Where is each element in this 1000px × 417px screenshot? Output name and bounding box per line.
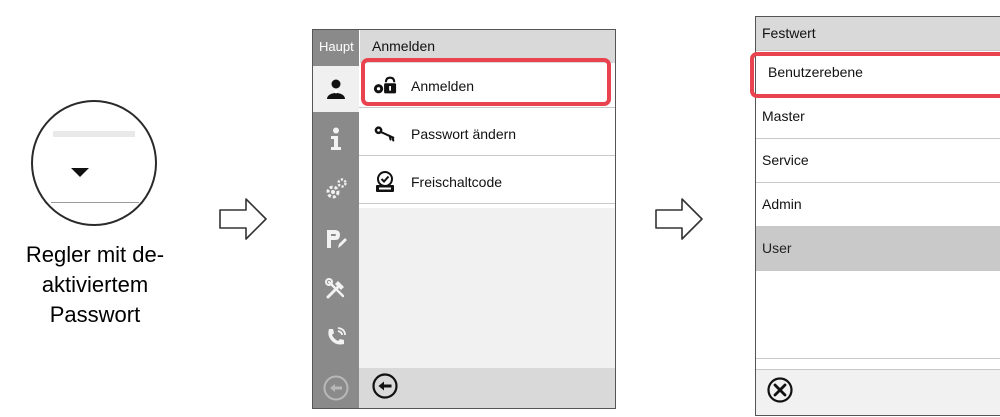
back-button[interactable] (371, 372, 399, 405)
chevron-down-icon[interactable] (71, 168, 89, 177)
sidebar: Haupt (313, 30, 359, 408)
back-icon (372, 372, 398, 399)
activation-code-icon (373, 170, 397, 192)
option-service[interactable]: Service (756, 139, 1000, 183)
key-icon (373, 124, 397, 144)
user-icon (327, 79, 345, 99)
settings-icon (326, 178, 347, 199)
service-tools-icon (325, 278, 345, 299)
menu-item-label: Passwort ändern (411, 125, 517, 142)
option-admin[interactable]: Admin (756, 183, 1000, 227)
menu-item-change-password[interactable]: Passwort ändern (359, 112, 615, 156)
cancel-button[interactable] (766, 376, 794, 409)
phone-icon (328, 327, 346, 345)
program-edit-icon (327, 230, 347, 248)
flow-arrow-icon (218, 196, 268, 242)
highlight-user-level-row (750, 52, 1000, 98)
screen-footer (756, 369, 1000, 415)
sidebar-item-user[interactable] (313, 66, 359, 112)
caption-line: aktiviertem (41, 272, 149, 297)
menu-item-activation-code[interactable]: Freischaltcode (359, 160, 615, 204)
flow-arrow-icon (654, 196, 704, 242)
menu-item-label: Freischaltcode (411, 173, 503, 190)
sidebar-item-settings[interactable] (313, 166, 359, 212)
display-line-bottom (51, 202, 139, 203)
empty-list-area (756, 271, 1000, 359)
sidebar-item-service[interactable] (313, 266, 359, 312)
caption-line: Regler mit de- (25, 242, 165, 267)
cancel-icon (767, 377, 793, 403)
sidebar-item-program[interactable] (313, 216, 359, 262)
back-icon (323, 375, 349, 401)
sidebar-item-info[interactable] (313, 116, 359, 162)
display-line-top (53, 131, 135, 137)
sidebar-back-button[interactable] (313, 368, 359, 408)
info-icon (331, 127, 341, 150)
highlight-login-row (361, 58, 611, 106)
sidebar-item-contact[interactable] (313, 314, 359, 360)
option-master[interactable]: Master (756, 95, 1000, 139)
controller-caption: Regler mit de- aktiviertem Passwort (0, 240, 190, 330)
sidebar-title: Haupt (319, 39, 354, 54)
screen-footer (359, 368, 615, 408)
caption-line: Passwort (49, 302, 141, 327)
controller-display-icon (31, 100, 157, 226)
screen-title: Festwert (756, 17, 1000, 51)
option-user[interactable]: User (756, 227, 1000, 271)
menu-empty-area (359, 208, 615, 368)
